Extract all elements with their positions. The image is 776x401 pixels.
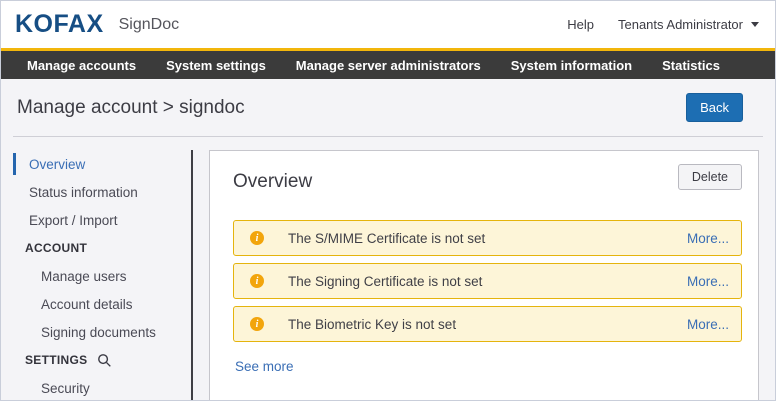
more-link[interactable]: More... bbox=[687, 317, 729, 332]
sidebar-section-account: ACCOUNT bbox=[13, 234, 191, 262]
content-area: Overview Status information Export / Imp… bbox=[1, 137, 775, 400]
page-title-row: Manage account > signdoc Back bbox=[1, 79, 775, 136]
sidebar-item-export-import[interactable]: Export / Import bbox=[13, 206, 191, 234]
product-name: SignDoc bbox=[119, 16, 179, 34]
info-icon: i bbox=[250, 231, 264, 245]
info-icon: i bbox=[250, 317, 264, 331]
sidebar-item-signing-documents[interactable]: Signing documents bbox=[13, 318, 191, 346]
alert-list: i The S/MIME Certificate is not set More… bbox=[233, 220, 742, 342]
search-icon[interactable] bbox=[97, 353, 112, 368]
alert-message: The S/MIME Certificate is not set bbox=[288, 231, 485, 246]
panel-header: Overview Delete bbox=[233, 164, 742, 193]
info-icon: i bbox=[250, 274, 264, 288]
page-title: Manage account > signdoc bbox=[17, 97, 245, 119]
alert-smime-certificate: i The S/MIME Certificate is not set More… bbox=[233, 220, 742, 256]
see-more-link[interactable]: See more bbox=[235, 359, 294, 374]
overview-panel: Overview Delete i The S/MIME Certificate… bbox=[209, 150, 759, 401]
sidebar-item-security[interactable]: Security bbox=[13, 374, 191, 401]
user-menu[interactable]: Tenants Administrator bbox=[618, 17, 759, 32]
kofax-logo: KOFAX bbox=[15, 10, 104, 39]
nav-item-system-information[interactable]: System information bbox=[511, 58, 632, 73]
alert-message: The Biometric Key is not set bbox=[288, 317, 456, 332]
selected-indicator bbox=[13, 153, 16, 175]
more-link[interactable]: More... bbox=[687, 231, 729, 246]
sidebar-item-overview[interactable]: Overview bbox=[13, 150, 191, 178]
nav-item-manage-accounts[interactable]: Manage accounts bbox=[27, 58, 136, 73]
alert-message: The Signing Certificate is not set bbox=[288, 274, 482, 289]
delete-button[interactable]: Delete bbox=[678, 164, 742, 190]
top-header: KOFAX SignDoc Help Tenants Administrator bbox=[1, 1, 775, 48]
main-navbar: Manage accounts System settings Manage s… bbox=[1, 51, 775, 79]
user-menu-label: Tenants Administrator bbox=[618, 17, 743, 32]
sidebar: Overview Status information Export / Imp… bbox=[13, 150, 191, 400]
back-button[interactable]: Back bbox=[686, 93, 743, 122]
more-link[interactable]: More... bbox=[687, 274, 729, 289]
header-actions: Help Tenants Administrator bbox=[567, 17, 759, 32]
alert-signing-certificate: i The Signing Certificate is not set Mor… bbox=[233, 263, 742, 299]
help-link[interactable]: Help bbox=[567, 17, 594, 32]
nav-item-system-settings[interactable]: System settings bbox=[166, 58, 266, 73]
sidebar-section-settings: SETTINGS bbox=[13, 346, 191, 374]
nav-item-statistics[interactable]: Statistics bbox=[662, 58, 720, 73]
alert-biometric-key: i The Biometric Key is not set More... bbox=[233, 306, 742, 342]
sidebar-item-manage-users[interactable]: Manage users bbox=[13, 262, 191, 290]
chevron-down-icon bbox=[751, 22, 759, 27]
sidebar-divider bbox=[191, 150, 193, 400]
app-window: KOFAX SignDoc Help Tenants Administrator… bbox=[0, 0, 776, 401]
sidebar-item-account-details[interactable]: Account details bbox=[13, 290, 191, 318]
panel-title: Overview bbox=[233, 171, 312, 193]
nav-item-manage-server-administrators[interactable]: Manage server administrators bbox=[296, 58, 481, 73]
sidebar-item-status-information[interactable]: Status information bbox=[13, 178, 191, 206]
